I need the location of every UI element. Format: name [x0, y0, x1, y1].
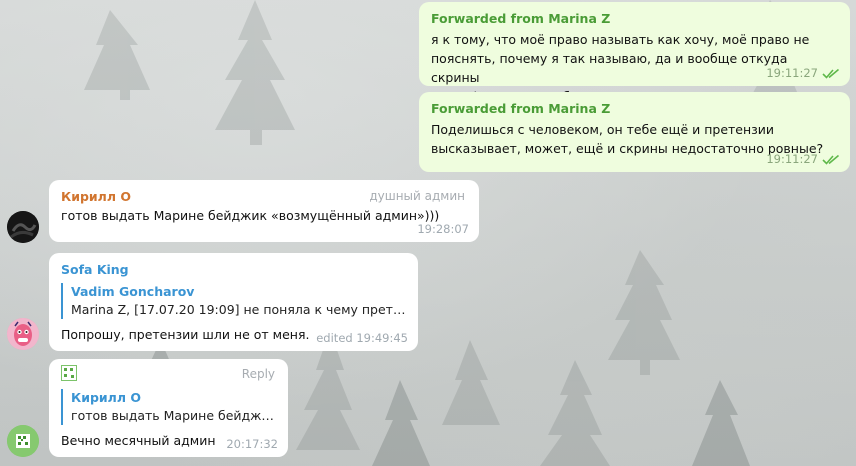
double-check-icon: [822, 154, 840, 165]
forwarded-message-1[interactable]: Forwarded from Marina Z я к тому, что мо…: [419, 2, 850, 104]
sticker-avatar-icon: [7, 425, 39, 457]
double-check-icon: [822, 68, 840, 79]
forwarded-from-label[interactable]: Forwarded from Marina Z: [431, 10, 838, 28]
message-text: готов выдать Марине бейджик «возмущённый…: [61, 208, 440, 223]
reply-quote[interactable]: Vadim Goncharov Marina Z, [17.07.20 19:0…: [61, 283, 406, 319]
sender-name[interactable]: Sofa King: [61, 261, 406, 279]
reply-quote[interactable]: Кирилл О готов выдать Марине бейджи...: [61, 389, 276, 425]
message-last[interactable]: Reply Кирилл О готов выдать Марине бейдж…: [49, 359, 288, 457]
avatar-image: [7, 211, 39, 243]
reply-action[interactable]: Reply: [242, 367, 275, 381]
avatar-image: [7, 318, 39, 350]
message-time: 20:17:32: [226, 437, 278, 451]
avatar-user[interactable]: [7, 425, 39, 457]
message-time: 19:11:27: [766, 66, 818, 80]
reply-author: Кирилл О: [71, 390, 141, 405]
message-meta: 20:17:32: [226, 437, 278, 451]
message-kirill[interactable]: Кирилл О душный админ готов выдать Марин…: [49, 180, 479, 242]
forwarded-from-label[interactable]: Forwarded from Marina Z: [431, 100, 838, 118]
reply-preview: готов выдать Марине бейджи...: [71, 408, 276, 423]
message-time: 19:11:27: [766, 152, 818, 166]
message-text-line: Поделишься с человеком, он тебе ещё и пр…: [431, 122, 775, 137]
message-meta: 19:28:07: [417, 222, 469, 236]
avatar-sofa-king[interactable]: [7, 318, 39, 350]
sticker-avatar-icon: [61, 365, 77, 381]
message-time: 19:28:07: [417, 222, 469, 236]
message-time: edited 19:49:45: [316, 331, 408, 345]
forwarded-message-2[interactable]: Forwarded from Marina Z Поделишься с чел…: [419, 92, 850, 172]
message-meta: edited 19:49:45: [316, 331, 408, 345]
message-meta: 19:11:27: [766, 152, 840, 166]
reply-preview: Marina Z, [17.07.20 19:09] не поняла к ч…: [71, 302, 406, 317]
avatar-kirill[interactable]: [7, 211, 39, 243]
message-meta: 19:11:27: [766, 66, 840, 80]
message-text-line: я к тому, что моё право называть как хоч…: [431, 32, 810, 47]
reply-author: Vadim Goncharov: [71, 284, 195, 299]
admin-badge: душный админ: [369, 189, 465, 203]
message-sofa-king[interactable]: Sofa King Vadim Goncharov Marina Z, [17.…: [49, 253, 418, 351]
